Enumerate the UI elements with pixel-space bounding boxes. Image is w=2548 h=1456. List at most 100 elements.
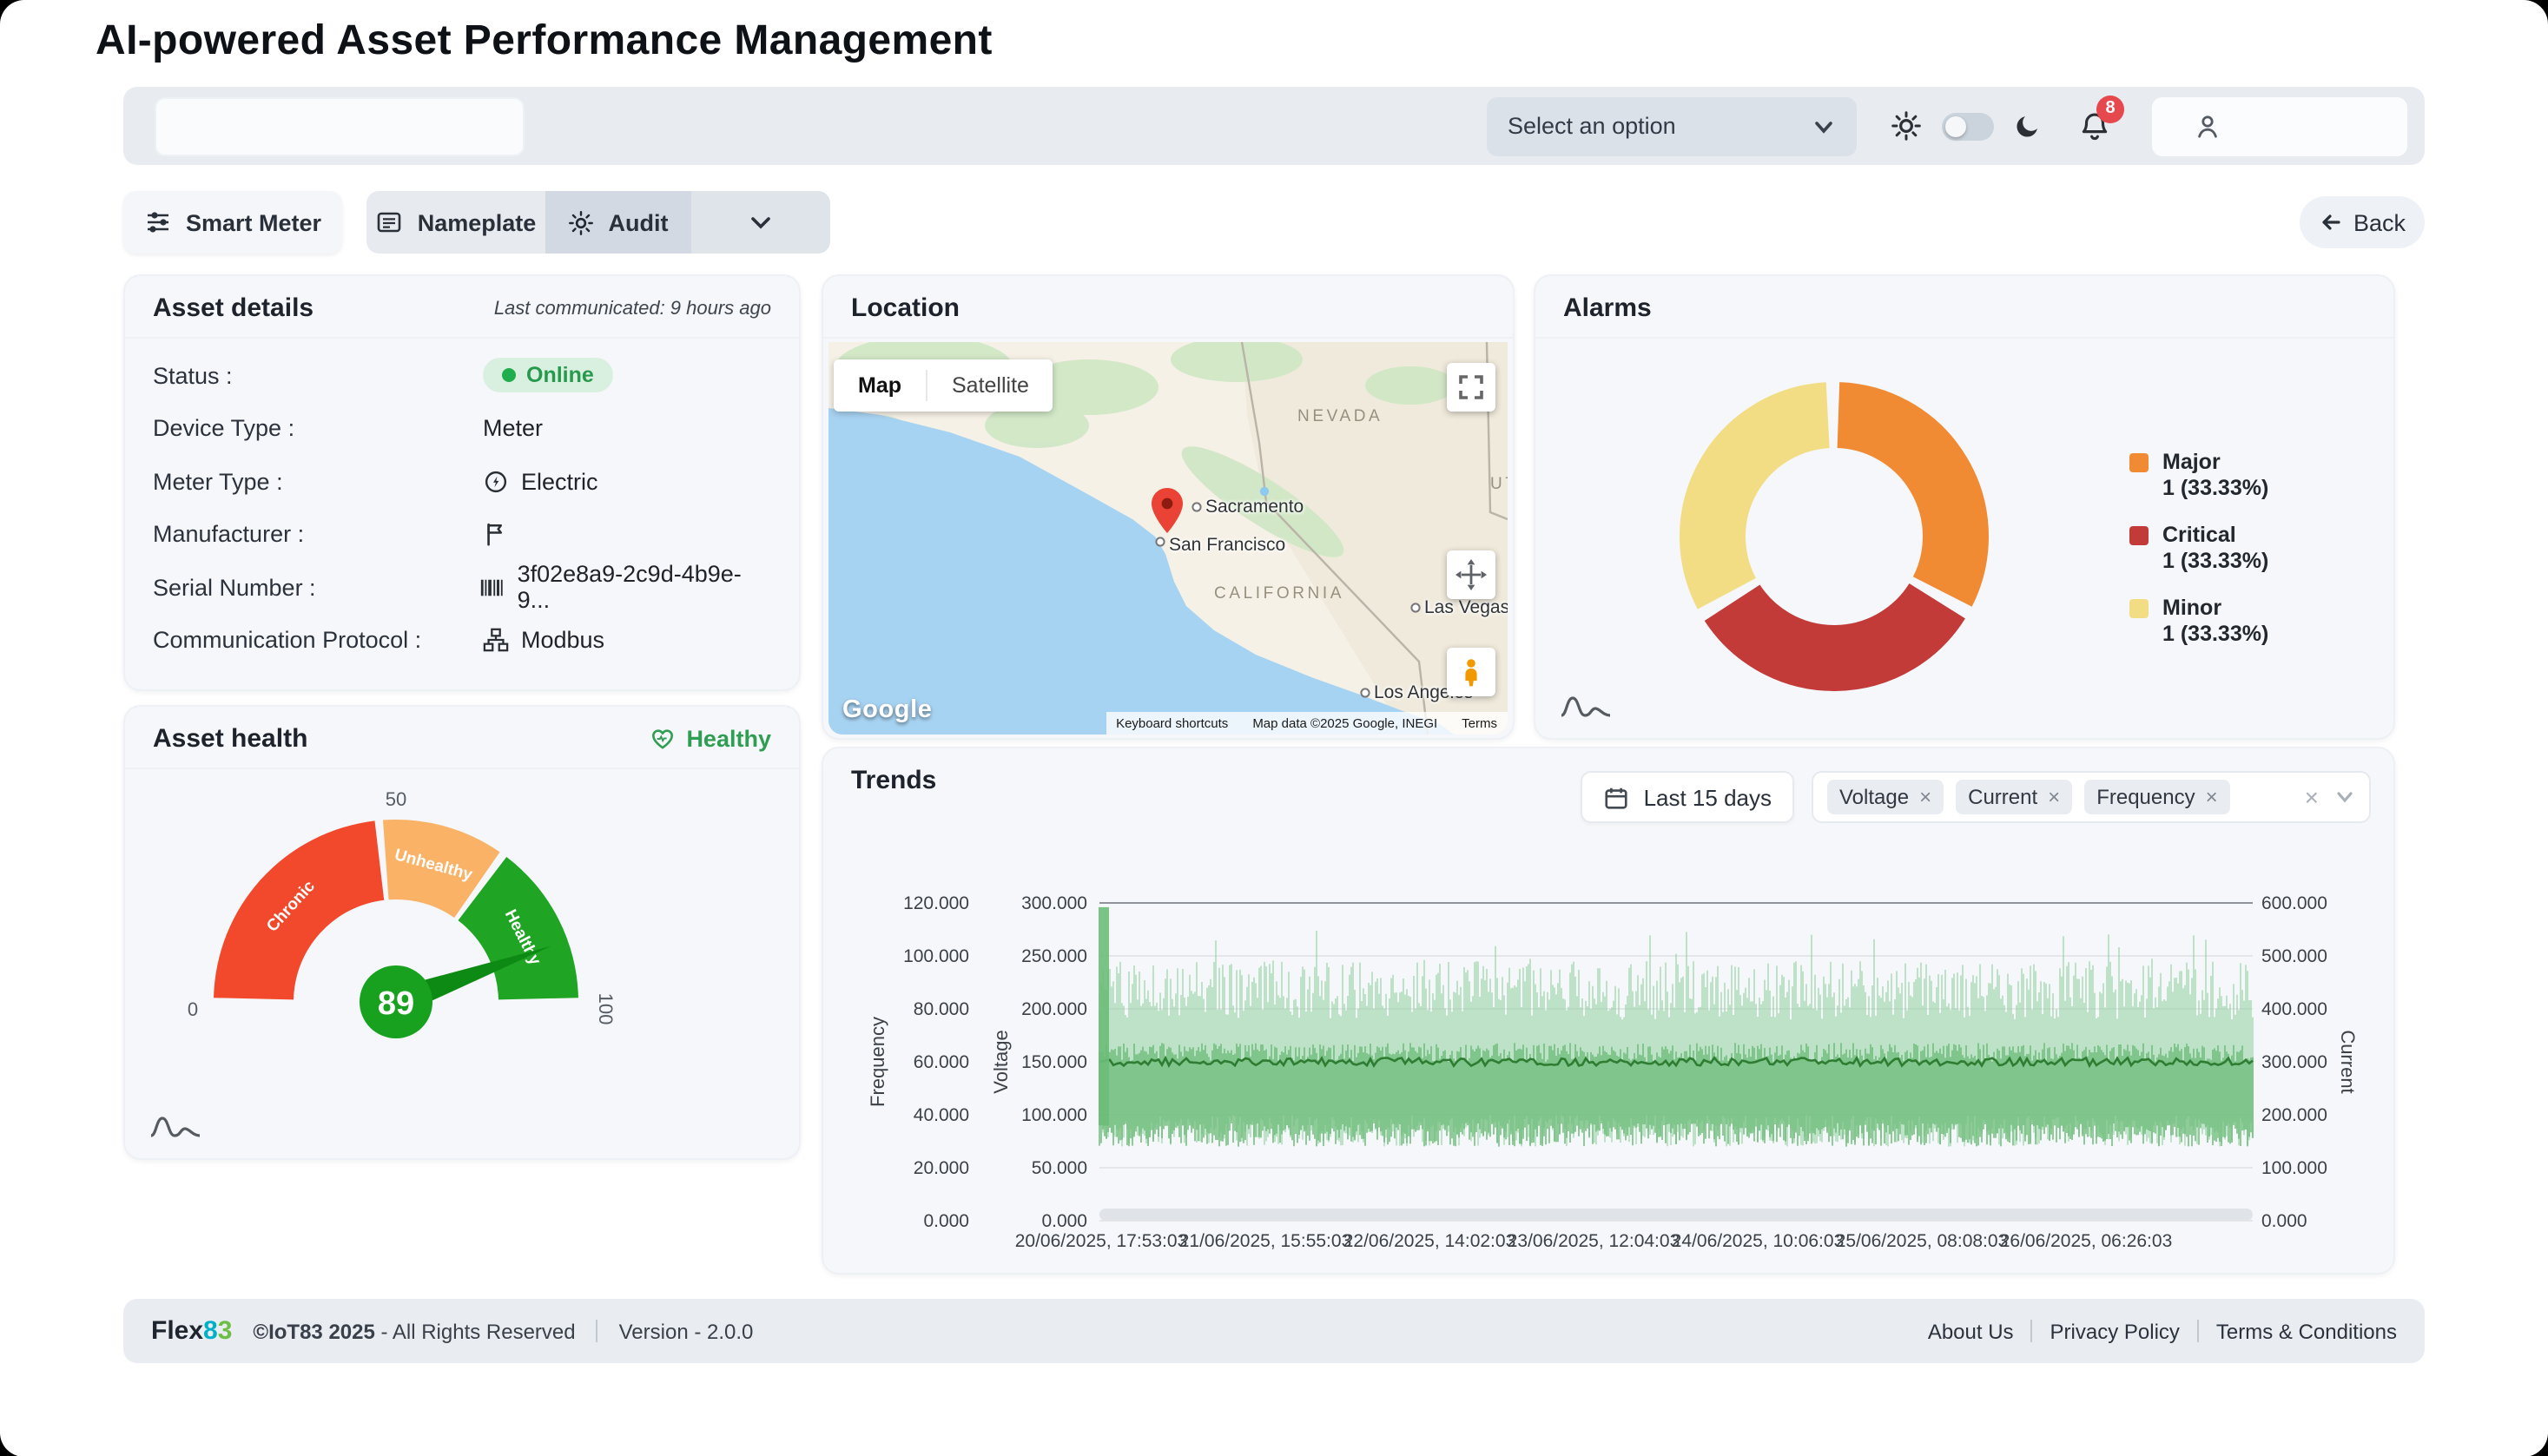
- trends-controls: Last 15 days Voltage × Current × Frequen…: [1581, 771, 2371, 823]
- svg-text:100.000: 100.000: [2261, 1158, 2327, 1178]
- search-input[interactable]: [155, 96, 525, 155]
- nameplate-icon: [376, 208, 404, 236]
- tab-label: Smart Meter: [186, 209, 321, 235]
- user-menu[interactable]: [2152, 96, 2407, 155]
- back-label: Back: [2353, 209, 2406, 235]
- tabs-expand-button[interactable]: [691, 191, 830, 254]
- svg-text:80.000: 80.000: [914, 999, 969, 1019]
- smart-meter-icon: [144, 208, 172, 236]
- chip-close-icon[interactable]: ×: [2048, 785, 2060, 809]
- detail-row-device-type: Device Type : Meter: [153, 402, 771, 455]
- svg-text:40.000: 40.000: [914, 1105, 969, 1125]
- notifications-button[interactable]: 8: [2079, 110, 2110, 142]
- svg-text:0.000: 0.000: [1041, 1211, 1087, 1231]
- card-title: Location: [851, 293, 960, 323]
- clear-all-icon[interactable]: ×: [2305, 783, 2319, 811]
- network-icon: [483, 628, 509, 654]
- svg-text:250.000: 250.000: [1021, 946, 1087, 966]
- detail-row-protocol: Communication Protocol : Modbus: [153, 614, 771, 667]
- status-badge: Online: [483, 359, 613, 393]
- fullscreen-button[interactable]: [1447, 363, 1495, 412]
- tab-label: Nameplate: [418, 209, 537, 235]
- calendar-icon: [1604, 784, 1630, 810]
- legend-swatch-0: [2129, 453, 2149, 472]
- sparkline-button[interactable]: [1560, 693, 1612, 721]
- asset-details-card: Asset details Last communicated: 9 hours…: [123, 274, 801, 691]
- tab-nameplate[interactable]: Nameplate: [366, 191, 545, 254]
- keyboard-shortcuts-link[interactable]: Keyboard shortcuts: [1116, 715, 1228, 731]
- theme-toggle[interactable]: [1942, 112, 1994, 140]
- moon-icon[interactable]: [2015, 113, 2041, 139]
- map-button[interactable]: Map: [834, 359, 926, 412]
- date-range-label: Last 15 days: [1644, 784, 1772, 810]
- alarms-donut-chart: [1660, 363, 2008, 710]
- heart-icon: [650, 726, 676, 752]
- map-pin[interactable]: [1152, 488, 1183, 533]
- pegman-button[interactable]: [1447, 648, 1495, 696]
- pan-control-button[interactable]: [1447, 550, 1495, 599]
- pan-arrows-icon: [1454, 557, 1489, 592]
- flag-icon: [483, 522, 509, 548]
- trends-chart[interactable]: 120.000300.000600.000100.000250.000500.0…: [823, 846, 2397, 1276]
- map-region-label: NEVADA: [1297, 407, 1383, 426]
- pegman-icon: [1456, 656, 1487, 688]
- privacy-policy-link[interactable]: Privacy Policy: [2050, 1319, 2180, 1343]
- location-card: Location: [822, 274, 1515, 740]
- status-dot: [502, 369, 516, 383]
- chip-frequency: Frequency ×: [2084, 780, 2229, 814]
- legend-item-minor[interactable]: Minor 1 (33.33%): [2129, 596, 2268, 648]
- divider: [597, 1320, 598, 1342]
- tab-audit[interactable]: Audit: [545, 191, 691, 254]
- topbar: Select an option 8: [123, 87, 2425, 165]
- back-button[interactable]: Back: [2300, 196, 2425, 248]
- map-region-label: CALIFORNIA: [1214, 584, 1344, 603]
- terms-conditions-link[interactable]: Terms & Conditions: [2216, 1319, 2397, 1343]
- option-select[interactable]: Select an option: [1487, 96, 1857, 155]
- tab-group: Nameplate Audit: [366, 191, 830, 254]
- legend-swatch-2: [2129, 599, 2149, 618]
- legend-item-major[interactable]: Major 1 (33.33%): [2129, 450, 2268, 502]
- map-attribution-bar: Keyboard shortcuts Map data ©2025 Google…: [1106, 712, 1508, 735]
- svg-text:0: 0: [188, 998, 198, 1020]
- flex83-logo: Flex83: [151, 1316, 232, 1346]
- divider: [2031, 1320, 2033, 1342]
- svg-text:60.000: 60.000: [914, 1052, 969, 1072]
- tab-smart-meter[interactable]: Smart Meter: [123, 191, 342, 254]
- map[interactable]: NEVADA CALIFORNIA UT Sacramento San Fran…: [828, 342, 1508, 735]
- detail-row-manufacturer: Manufacturer :: [153, 508, 771, 561]
- app-window: AI-powered Asset Performance Management …: [0, 0, 2548, 1456]
- detail-row-serial-number: Serial Number : 3f02e8a9-2c9d-4b9e-9...: [153, 561, 771, 614]
- chevron-down-icon[interactable]: [2334, 787, 2355, 807]
- svg-text:300.000: 300.000: [2261, 1052, 2327, 1072]
- chip-close-icon[interactable]: ×: [1919, 785, 1931, 809]
- satellite-button[interactable]: Satellite: [927, 359, 1053, 412]
- svg-text:25/06/2025, 08:08:03: 25/06/2025, 08:08:03: [1836, 1231, 2009, 1251]
- map-city-label: San Francisco: [1169, 535, 1285, 556]
- alarms-card: Alarms Major 1 (33.33%) Critical 1 (33.3…: [1534, 274, 2395, 740]
- tab-label: Audit: [609, 209, 669, 235]
- svg-text:23/06/2025, 12:04:03: 23/06/2025, 12:04:03: [1508, 1231, 1680, 1251]
- svg-text:0.000: 0.000: [923, 1211, 969, 1231]
- copyright: ©IoT83 2025 - All Rights Reserved: [253, 1319, 575, 1343]
- sun-icon[interactable]: [1891, 111, 1921, 141]
- terms-link[interactable]: Terms: [1462, 715, 1497, 731]
- sparkline-button[interactable]: [149, 1113, 201, 1141]
- series-multiselect[interactable]: Voltage × Current × Frequency × ×: [1812, 771, 2371, 823]
- about-us-link[interactable]: About Us: [1928, 1319, 2014, 1343]
- detail-row-meter-type: Meter Type : Electric: [153, 455, 771, 508]
- status-text: Online: [526, 364, 594, 388]
- svg-text:20/06/2025, 17:53:03: 20/06/2025, 17:53:03: [1015, 1231, 1188, 1251]
- chip-close-icon[interactable]: ×: [2206, 785, 2218, 809]
- chip-current: Current ×: [1956, 780, 2072, 814]
- legend-item-critical[interactable]: Critical 1 (33.33%): [2129, 523, 2268, 575]
- card-title: Alarms: [1563, 293, 1652, 323]
- map-city-label: Las Vegas: [1424, 597, 1508, 618]
- trends-card: Trends Last 15 days Voltage × Current × …: [822, 747, 2395, 1275]
- health-status: Healthy: [650, 726, 771, 752]
- notification-badge: 8: [2096, 95, 2124, 122]
- svg-text:Voltage: Voltage: [990, 1030, 1012, 1093]
- date-range-button[interactable]: Last 15 days: [1581, 771, 1794, 823]
- chevron-down-icon: [1812, 114, 1836, 138]
- svg-text:89: 89: [378, 985, 414, 1022]
- svg-text:Current: Current: [2337, 1030, 2359, 1093]
